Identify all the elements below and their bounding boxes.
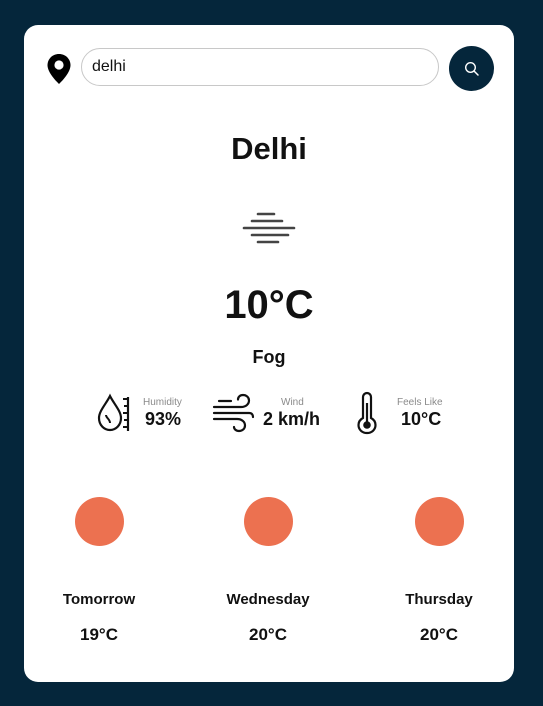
weather-icon xyxy=(244,497,293,546)
wind-stat: Wind 2 km/h xyxy=(211,391,331,435)
feels-like-stat: Feels Like 10°C xyxy=(354,391,464,435)
forecast-item-thursday: Thursday 20°C xyxy=(369,495,509,655)
forecast-temperature: 19°C xyxy=(80,625,118,644)
thermometer-icon xyxy=(357,391,377,435)
feels-like-label: Feels Like xyxy=(397,397,443,408)
wind-value: 2 km/h xyxy=(263,409,321,429)
forecast-day: Thursday xyxy=(405,591,473,608)
fog-icon xyxy=(242,212,296,244)
humidity-stat: Humidity 93% xyxy=(96,391,196,435)
search-input[interactable] xyxy=(81,48,439,86)
weather-description: Fog xyxy=(252,347,286,367)
current-temperature: 10°C xyxy=(224,283,314,327)
forecast-day: Wednesday xyxy=(226,591,310,608)
forecast-day: Tomorrow xyxy=(62,591,136,608)
wind-label: Wind xyxy=(281,397,304,408)
forecast-item-tomorrow: Tomorrow 19°C xyxy=(29,495,169,655)
humidity-label: Humidity xyxy=(143,397,182,408)
feels-like-value: 10°C xyxy=(401,409,442,429)
wind-icon xyxy=(212,393,255,433)
humidity-icon xyxy=(97,393,130,432)
forecast-item-wednesday: Wednesday 20°C xyxy=(198,495,338,655)
city-name: Delhi xyxy=(231,131,307,166)
search-button[interactable] xyxy=(449,46,494,91)
forecast-temperature: 20°C xyxy=(249,625,287,644)
humidity-value: 93% xyxy=(145,409,182,429)
weather-icon xyxy=(75,497,124,546)
weather-icon xyxy=(415,497,464,546)
map-pin-icon xyxy=(47,54,71,84)
search-icon xyxy=(464,61,479,76)
weather-card: Delhi 10°C Fog Humidity 93% xyxy=(24,25,514,682)
forecast-temperature: 20°C xyxy=(420,625,458,644)
